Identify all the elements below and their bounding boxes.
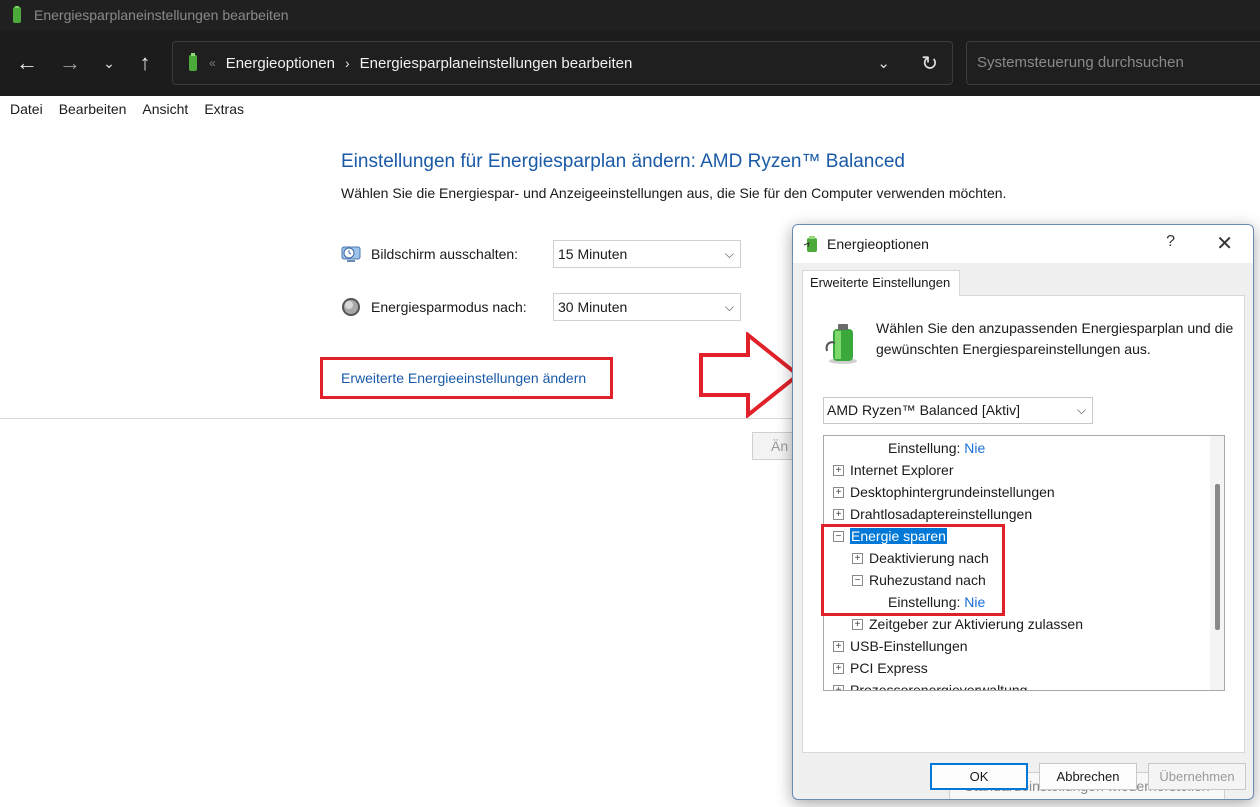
- tree-item-label: Prozessorenergieverwaltung: [850, 682, 1028, 691]
- tree-setting-label: Einstellung:: [888, 440, 961, 456]
- menu-bearbeiten[interactable]: Bearbeiten: [59, 101, 127, 117]
- dialog-title: Energieoptionen: [827, 236, 929, 252]
- power-options-icon: [803, 236, 817, 252]
- display-off-value: 15 Minuten: [558, 246, 628, 262]
- moon-icon: [342, 298, 360, 316]
- expand-icon[interactable]: +: [833, 486, 844, 498]
- expand-icon[interactable]: +: [833, 464, 844, 476]
- tree-item-wake-timers[interactable]: + Zeitgeber zur Aktivierung zulassen: [852, 613, 1083, 635]
- power-options-dialog: Energieoptionen ? ✕ Erweiterte Einstellu…: [792, 224, 1254, 800]
- navigation-bar: ← → ⌄ ↑ « Energieoptionen › Energiesparp…: [0, 30, 1260, 96]
- refresh-icon[interactable]: ↻: [921, 51, 938, 76]
- plan-select-value: AMD Ryzen™ Balanced [Aktiv]: [827, 402, 1020, 418]
- expand-icon[interactable]: +: [833, 640, 844, 652]
- up-icon[interactable]: ↑: [132, 50, 158, 76]
- menu-extras[interactable]: Extras: [204, 101, 244, 117]
- tree-item-usb[interactable]: + USB-Einstellungen: [833, 635, 968, 657]
- chevron-down-icon: ⌵: [724, 300, 734, 314]
- battery-icon: [13, 6, 21, 23]
- sleep-row: Energiesparmodus nach: 30 Minuten ⌵: [341, 293, 741, 321]
- tree-item-internet-explorer[interactable]: + Internet Explorer: [833, 459, 954, 481]
- dialog-titlebar: Energieoptionen ? ✕: [793, 225, 1253, 263]
- expand-icon[interactable]: +: [833, 508, 844, 520]
- display-off-row: Bildschirm ausschalten: 15 Minuten ⌵: [341, 240, 741, 268]
- tree-item-label: Desktophintergrundeinstellungen: [850, 484, 1055, 500]
- tree-item-label: Drahtlosadaptereinstellungen: [850, 506, 1033, 522]
- battery-icon: [189, 53, 197, 71]
- tree-item-label: PCI Express: [850, 660, 928, 676]
- apply-button[interactable]: Übernehmen: [1148, 763, 1246, 790]
- history-dropdown-icon[interactable]: ⌄: [96, 50, 122, 76]
- page-subtitle: Wählen Sie die Energiespar- und Anzeigee…: [341, 185, 1007, 201]
- tree-item-desktop-background[interactable]: + Desktophintergrundeinstellungen: [833, 481, 1055, 503]
- menu-datei[interactable]: Datei: [10, 101, 43, 117]
- window-titlebar: Energiesparplaneinstellungen bearbeiten: [0, 0, 1260, 30]
- tree-item-pci[interactable]: + PCI Express: [833, 657, 928, 679]
- overflow-chevron-icon[interactable]: «: [209, 56, 216, 70]
- monitor-clock-icon: [341, 246, 361, 262]
- dialog-description: Wählen Sie den anzupassenden Energiespar…: [876, 320, 1234, 357]
- tree-setting-value[interactable]: Nie: [964, 440, 985, 456]
- display-off-select[interactable]: 15 Minuten ⌵: [553, 240, 741, 268]
- breadcrumb-separator-icon[interactable]: ›: [345, 55, 350, 71]
- tree-item-processor[interactable]: + Prozessorenergieverwaltung: [833, 679, 1028, 691]
- address-dropdown-icon[interactable]: ⌄: [877, 54, 890, 72]
- expand-icon[interactable]: +: [833, 684, 844, 690]
- scrollbar-thumb[interactable]: [1215, 484, 1220, 630]
- sleep-label: Energiesparmodus nach:: [371, 299, 527, 315]
- close-icon[interactable]: ✕: [1216, 231, 1233, 256]
- highlight-frame: [821, 524, 1005, 616]
- battery-plug-icon: [825, 324, 857, 364]
- advanced-settings-link[interactable]: Erweiterte Energieeinstellungen ändern: [320, 357, 613, 399]
- menu-bar: Datei Bearbeiten Ansicht Extras: [0, 96, 1260, 122]
- tree-scrollbar[interactable]: [1210, 436, 1224, 690]
- tree-item-label: USB-Einstellungen: [850, 638, 968, 654]
- sleep-value: 30 Minuten: [558, 299, 628, 315]
- breadcrumb-energieoptionen[interactable]: Energieoptionen: [226, 55, 335, 72]
- ok-button[interactable]: OK: [930, 763, 1028, 790]
- tree-item-label: Internet Explorer: [850, 462, 954, 478]
- search-input[interactable]: Systemsteuerung durchsuchen: [966, 41, 1260, 85]
- expand-icon[interactable]: +: [852, 618, 863, 630]
- tree-item-label: Zeitgeber zur Aktivierung zulassen: [869, 616, 1083, 632]
- address-bar[interactable]: « Energieoptionen › Energiesparplaneinst…: [172, 41, 953, 85]
- display-off-label: Bildschirm ausschalten:: [371, 246, 519, 262]
- tree-setting-row[interactable]: Einstellung: Nie: [888, 437, 985, 459]
- help-icon[interactable]: ?: [1166, 233, 1175, 251]
- tab-advanced-settings[interactable]: Erweiterte Einstellungen: [802, 270, 960, 296]
- window-title: Energiesparplaneinstellungen bearbeiten: [34, 7, 289, 23]
- forward-icon[interactable]: →: [57, 50, 83, 76]
- chevron-down-icon: ⌵: [1076, 403, 1086, 417]
- cancel-button[interactable]: Abbrechen: [1039, 763, 1137, 790]
- sleep-select[interactable]: 30 Minuten ⌵: [553, 293, 741, 321]
- red-arrow-icon: [699, 332, 802, 418]
- breadcrumb-current[interactable]: Energiesparplaneinstellungen bearbeiten: [360, 55, 633, 72]
- menu-ansicht[interactable]: Ansicht: [142, 101, 188, 117]
- expand-icon[interactable]: +: [833, 662, 844, 674]
- page-title: Einstellungen für Energiesparplan ändern…: [341, 151, 905, 172]
- tree-item-wireless[interactable]: + Drahtlosadaptereinstellungen: [833, 503, 1032, 525]
- chevron-down-icon: ⌵: [724, 247, 734, 261]
- divider: [0, 418, 800, 419]
- plan-select[interactable]: AMD Ryzen™ Balanced [Aktiv] ⌵: [823, 397, 1093, 424]
- back-icon[interactable]: ←: [14, 50, 40, 76]
